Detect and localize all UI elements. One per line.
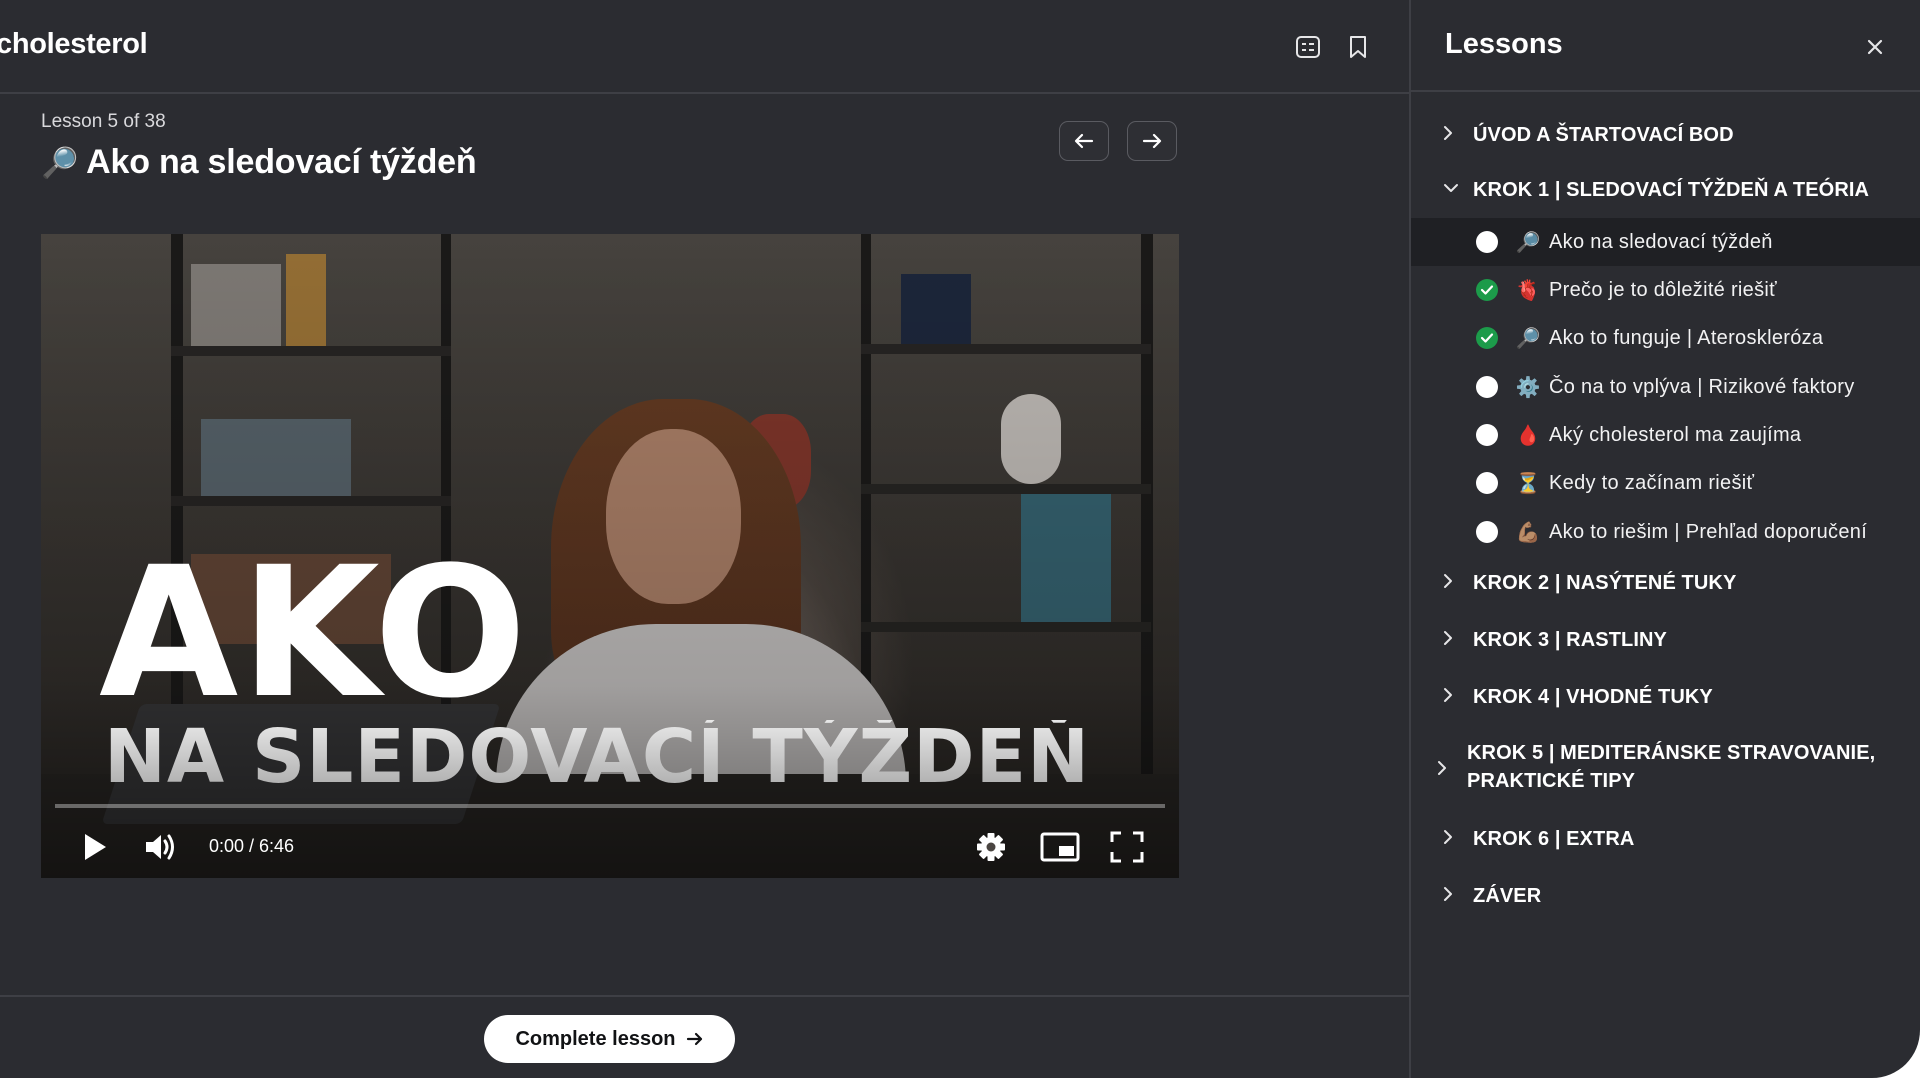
lesson-item[interactable]: 🔎 Ako to funguje | Ateroskleróza	[1411, 314, 1920, 362]
top-bar: cholesterol	[0, 0, 1409, 94]
main-panel: cholesterol Lesson 5 of 38 🔎 Ako na sledo…	[0, 0, 1409, 1078]
complete-lesson-button[interactable]: Complete lesson	[484, 1015, 735, 1063]
volume-icon	[146, 834, 174, 860]
section-zaver[interactable]: ZÁVER	[1411, 882, 1920, 910]
section-krok-5[interactable]: KROK 5 | MEDITERÁNSKE STRAVOVANIE, PRAKT…	[1411, 739, 1920, 797]
next-lesson-button[interactable]	[1127, 121, 1177, 161]
lesson-item[interactable]: 🩸 Aký cholesterol ma zaujíma	[1411, 411, 1920, 459]
arrow-right-icon	[1142, 133, 1162, 149]
section-label: KROK 3 | RASTLINY	[1473, 629, 1667, 651]
lesson-title: 🔎 Ako na sledovací týždeň	[41, 143, 477, 182]
lesson-item-label: Kedy to začínam riešiť	[1549, 472, 1755, 494]
chevron-down-icon	[1443, 176, 1459, 200]
course-title: cholesterol	[0, 28, 148, 60]
video-overlay-subtitle: NA SLEDOVACÍ TÝŽDEŇ	[104, 714, 1091, 800]
close-sidebar-button[interactable]	[1861, 33, 1889, 61]
incomplete-status-icon	[1476, 376, 1498, 398]
section-label: ZÁVER	[1473, 885, 1542, 907]
notes-icon[interactable]	[1294, 33, 1322, 61]
section-krok-4[interactable]: KROK 4 | VHODNÉ TUKY	[1411, 683, 1920, 711]
app-window: cholesterol Lesson 5 of 38 🔎 Ako na sledo…	[0, 0, 1920, 1078]
settings-button[interactable]	[971, 826, 1011, 868]
lesson-item[interactable]: 💪🏽 Ako to riešim | Prehľad doporučení	[1411, 508, 1920, 556]
miniplayer-icon	[1040, 832, 1080, 862]
lesson-item[interactable]: 🫀 Prečo je to dôležité riešiť	[1411, 266, 1920, 314]
section-krok-6[interactable]: KROK 6 | EXTRA	[1411, 825, 1920, 853]
close-icon	[1867, 39, 1883, 55]
sidebar-title: Lessons	[1445, 28, 1563, 60]
lesson-item-label: Čo na to vplýva | Rizikové faktory	[1549, 376, 1855, 398]
play-icon	[85, 834, 106, 860]
fullscreen-icon	[1110, 831, 1144, 863]
lesson-item-label: Aký cholesterol ma zaujíma	[1549, 424, 1802, 446]
lesson-footer: Complete lesson	[0, 995, 1409, 1078]
section-label: KROK 1 | SLEDOVACÍ TÝŽDEŇ A TEÓRIA	[1473, 179, 1870, 201]
miniplayer-button[interactable]	[1038, 826, 1082, 868]
completed-check-icon	[1476, 327, 1498, 349]
lesson-item-label: Prečo je to dôležité riešiť	[1549, 279, 1777, 301]
sidebar-header: Lessons	[1411, 0, 1920, 92]
flexed-biceps-icon: 💪🏽	[1515, 520, 1541, 544]
volume-button[interactable]	[141, 826, 181, 868]
section-krok-1[interactable]: KROK 1 | SLEDOVACÍ TÝŽDEŇ A TEÓRIA	[1411, 176, 1920, 204]
lessons-sidebar: Lessons ÚVOD A ŠTARTOVACÍ BOD KROK 1 | S…	[1409, 0, 1920, 1078]
section-label: ÚVOD A ŠTARTOVACÍ BOD	[1473, 124, 1734, 146]
video-time: 0:00 / 6:46	[209, 836, 295, 856]
lesson-item[interactable]: ⚙️ Čo na to vplýva | Rizikové faktory	[1411, 363, 1920, 411]
lesson-item-label: Ako na sledovací týždeň	[1549, 231, 1773, 253]
bookmark-icon[interactable]	[1344, 33, 1372, 61]
fullscreen-button[interactable]	[1107, 826, 1147, 868]
gear-icon: ⚙️	[1515, 375, 1541, 399]
lesson-title-text: Ako na sledovací týždeň	[86, 143, 477, 181]
chevron-right-icon	[1443, 882, 1459, 906]
hourglass-icon: ⏳	[1515, 471, 1541, 495]
lesson-counter: Lesson 5 of 38	[41, 111, 166, 132]
blood-drop-icon: 🩸	[1515, 423, 1541, 447]
complete-lesson-label: Complete lesson	[515, 1027, 676, 1050]
chevron-right-icon	[1443, 825, 1459, 849]
incomplete-status-icon	[1476, 472, 1498, 494]
magnifier-icon: 🔎	[1515, 230, 1541, 254]
incomplete-status-icon	[1476, 231, 1498, 253]
heart-icon: 🫀	[1515, 278, 1541, 302]
settings-icon	[977, 833, 1005, 861]
section-label: KROK 4 | VHODNÉ TUKY	[1473, 686, 1713, 708]
chevron-right-icon	[1437, 756, 1453, 780]
arrow-left-icon	[1074, 133, 1094, 149]
section-label: KROK 5 | MEDITERÁNSKE STRAVOVANIE, PRAKT…	[1467, 742, 1876, 792]
video-player[interactable]: AKO NA SLEDOVACÍ TÝŽDEŇ 0:00 / 6:46	[41, 234, 1179, 878]
chevron-right-icon	[1443, 569, 1459, 593]
completed-check-icon	[1476, 279, 1498, 301]
incomplete-status-icon	[1476, 521, 1498, 543]
lesson-item-label: Ako to riešim | Prehľad doporučení	[1549, 521, 1868, 543]
section-uvod[interactable]: ÚVOD A ŠTARTOVACÍ BOD	[1411, 121, 1920, 149]
lesson-item-label: Ako to funguje | Ateroskleróza	[1549, 327, 1824, 349]
section-label: KROK 6 | EXTRA	[1473, 828, 1635, 850]
lesson-item[interactable]: 🔎 Ako na sledovací týždeň	[1411, 218, 1920, 266]
chevron-right-icon	[1443, 626, 1459, 650]
incomplete-status-icon	[1476, 424, 1498, 446]
play-button[interactable]	[77, 826, 113, 868]
chevron-right-icon	[1443, 121, 1459, 145]
lesson-item[interactable]: ⏳ Kedy to začínam riešiť	[1411, 459, 1920, 507]
section-label: KROK 2 | NASÝTENÉ TUKY	[1473, 572, 1737, 594]
previous-lesson-button[interactable]	[1059, 121, 1109, 161]
chevron-right-icon	[1443, 683, 1459, 707]
magnifier-icon: 🔎	[1515, 326, 1541, 350]
section-krok-3[interactable]: KROK 3 | RASTLINY	[1411, 626, 1920, 654]
magnifier-icon: 🔎	[41, 146, 79, 181]
arrow-right-icon	[686, 1032, 702, 1046]
video-progress-bar[interactable]	[55, 804, 1165, 808]
section-krok-2[interactable]: KROK 2 | NASÝTENÉ TUKY	[1411, 569, 1920, 597]
video-overlay-title: AKO	[99, 529, 529, 738]
